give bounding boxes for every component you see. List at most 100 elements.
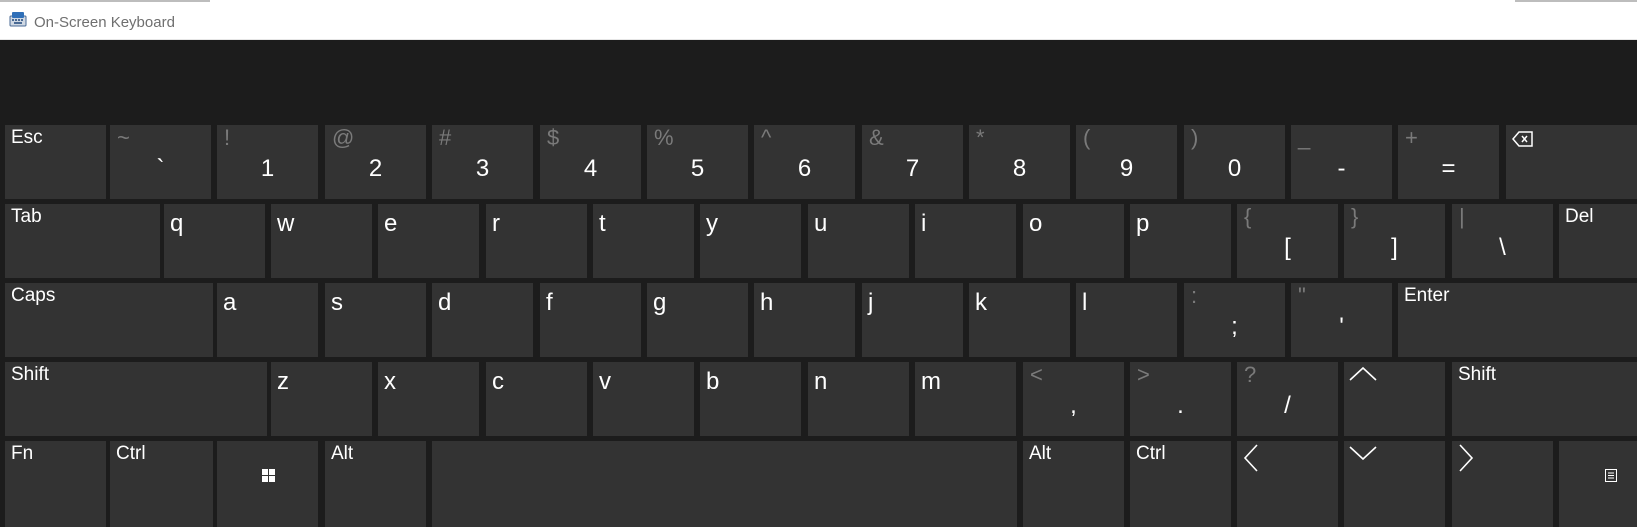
key-y[interactable]: y bbox=[700, 204, 801, 278]
key-w[interactable]: w bbox=[271, 204, 372, 278]
key-label: Ctrl bbox=[1136, 443, 1166, 464]
base-char: / bbox=[1284, 392, 1291, 419]
key-char: e bbox=[384, 210, 398, 237]
key-q[interactable]: q bbox=[164, 204, 265, 278]
key-caps[interactable]: Caps bbox=[5, 283, 213, 357]
base-char: 0 bbox=[1227, 155, 1242, 182]
key-arrow-left[interactable] bbox=[1237, 441, 1338, 527]
key-d[interactable]: d bbox=[432, 283, 533, 357]
key-del[interactable]: Del bbox=[1559, 204, 1637, 278]
key-char: a bbox=[223, 289, 237, 316]
key-fn[interactable]: Fn bbox=[5, 441, 106, 527]
key-alt-left[interactable]: Alt bbox=[325, 441, 426, 527]
key-m[interactable]: m bbox=[915, 362, 1016, 436]
shift-char: < bbox=[1030, 362, 1043, 387]
key-7[interactable]: & 7 bbox=[862, 125, 963, 199]
key-enter[interactable]: Enter bbox=[1398, 283, 1637, 357]
key-6[interactable]: ^ 6 bbox=[754, 125, 855, 199]
key-b[interactable]: b bbox=[700, 362, 801, 436]
key-slash[interactable]: ? / bbox=[1237, 362, 1338, 436]
key-space[interactable] bbox=[432, 441, 1017, 527]
key-f[interactable]: f bbox=[540, 283, 641, 357]
base-char: - bbox=[1337, 155, 1346, 182]
key-label: Tab bbox=[11, 206, 42, 227]
key-8[interactable]: * 8 bbox=[969, 125, 1070, 199]
key-char: t bbox=[599, 210, 606, 237]
shift-char: ^ bbox=[761, 125, 772, 150]
key-comma[interactable]: < , bbox=[1023, 362, 1124, 436]
key-tab[interactable]: Tab bbox=[5, 204, 160, 278]
key-char: b bbox=[706, 368, 720, 395]
key-char: h bbox=[760, 289, 774, 316]
key-a[interactable]: a bbox=[217, 283, 318, 357]
base-char: [ bbox=[1284, 234, 1291, 261]
key-char: i bbox=[921, 210, 927, 237]
key-z[interactable]: z bbox=[271, 362, 372, 436]
key-char: d bbox=[438, 289, 452, 316]
key-k[interactable]: k bbox=[969, 283, 1070, 357]
key-period[interactable]: > . bbox=[1130, 362, 1231, 436]
key-o[interactable]: o bbox=[1023, 204, 1124, 278]
key-semicolon[interactable]: : ; bbox=[1184, 283, 1285, 357]
key-s[interactable]: s bbox=[325, 283, 426, 357]
base-char: 5 bbox=[690, 155, 705, 182]
key-minus[interactable]: _ - bbox=[1291, 125, 1392, 199]
shift-char: @ bbox=[332, 125, 355, 150]
key-9[interactable]: ( 9 bbox=[1076, 125, 1177, 199]
key-windows[interactable] bbox=[217, 441, 318, 527]
key-char: c bbox=[492, 368, 504, 395]
key-0[interactable]: ) 0 bbox=[1184, 125, 1285, 199]
key-l[interactable]: l bbox=[1076, 283, 1177, 357]
base-char: 2 bbox=[368, 155, 383, 182]
key-h[interactable]: h bbox=[754, 283, 855, 357]
key-5[interactable]: % 5 bbox=[647, 125, 748, 199]
key-2[interactable]: @ 2 bbox=[325, 125, 426, 199]
keyboard-app-icon bbox=[9, 12, 27, 27]
key-char: g bbox=[653, 289, 667, 316]
key-quote[interactable]: " ' bbox=[1291, 283, 1392, 357]
key-ctrl-right[interactable]: Ctrl bbox=[1130, 441, 1231, 527]
key-r[interactable]: r bbox=[486, 204, 587, 278]
base-char: \ bbox=[1499, 234, 1506, 261]
key-i[interactable]: i bbox=[915, 204, 1016, 278]
key-x[interactable]: x bbox=[378, 362, 479, 436]
shift-char: ! bbox=[224, 125, 231, 150]
key-char: y bbox=[706, 210, 718, 237]
key-char: w bbox=[277, 210, 295, 237]
key-v[interactable]: v bbox=[593, 362, 694, 436]
key-rbracket[interactable]: } ] bbox=[1344, 204, 1445, 278]
key-arrow-right[interactable] bbox=[1452, 441, 1553, 527]
key-lbracket[interactable]: { [ bbox=[1237, 204, 1338, 278]
key-alt-right[interactable]: Alt bbox=[1023, 441, 1124, 527]
shift-char: ) bbox=[1191, 125, 1199, 150]
key-char: x bbox=[384, 368, 396, 395]
key-3[interactable]: # 3 bbox=[432, 125, 533, 199]
key-shift-right[interactable]: Shift bbox=[1452, 362, 1637, 436]
key-e[interactable]: e bbox=[378, 204, 479, 278]
key-equals[interactable]: + = bbox=[1398, 125, 1499, 199]
key-p[interactable]: p bbox=[1130, 204, 1231, 278]
base-char: 8 bbox=[1012, 155, 1027, 182]
title-bar[interactable]: On-Screen Keyboard bbox=[0, 2, 1637, 40]
key-u[interactable]: u bbox=[808, 204, 909, 278]
key-shift-left[interactable]: Shift bbox=[5, 362, 267, 436]
base-char: , bbox=[1070, 392, 1077, 419]
key-backspace[interactable] bbox=[1506, 125, 1637, 199]
key-j[interactable]: j bbox=[862, 283, 963, 357]
key-arrow-up[interactable] bbox=[1344, 362, 1445, 436]
key-char: m bbox=[921, 368, 941, 395]
key-t[interactable]: t bbox=[593, 204, 694, 278]
key-c[interactable]: c bbox=[486, 362, 587, 436]
key-label: Alt bbox=[1029, 443, 1052, 464]
key-1[interactable]: ! 1 bbox=[217, 125, 318, 199]
key-backtick[interactable]: ~ ` bbox=[110, 125, 211, 199]
key-menu[interactable] bbox=[1559, 441, 1637, 527]
key-g[interactable]: g bbox=[647, 283, 748, 357]
key-4[interactable]: $ 4 bbox=[540, 125, 641, 199]
key-backslash[interactable]: | \ bbox=[1452, 204, 1553, 278]
key-n[interactable]: n bbox=[808, 362, 909, 436]
shift-char: * bbox=[976, 125, 985, 150]
key-arrow-down[interactable] bbox=[1344, 441, 1445, 527]
key-ctrl-left[interactable]: Ctrl bbox=[110, 441, 213, 527]
key-esc[interactable]: Esc bbox=[5, 125, 106, 199]
